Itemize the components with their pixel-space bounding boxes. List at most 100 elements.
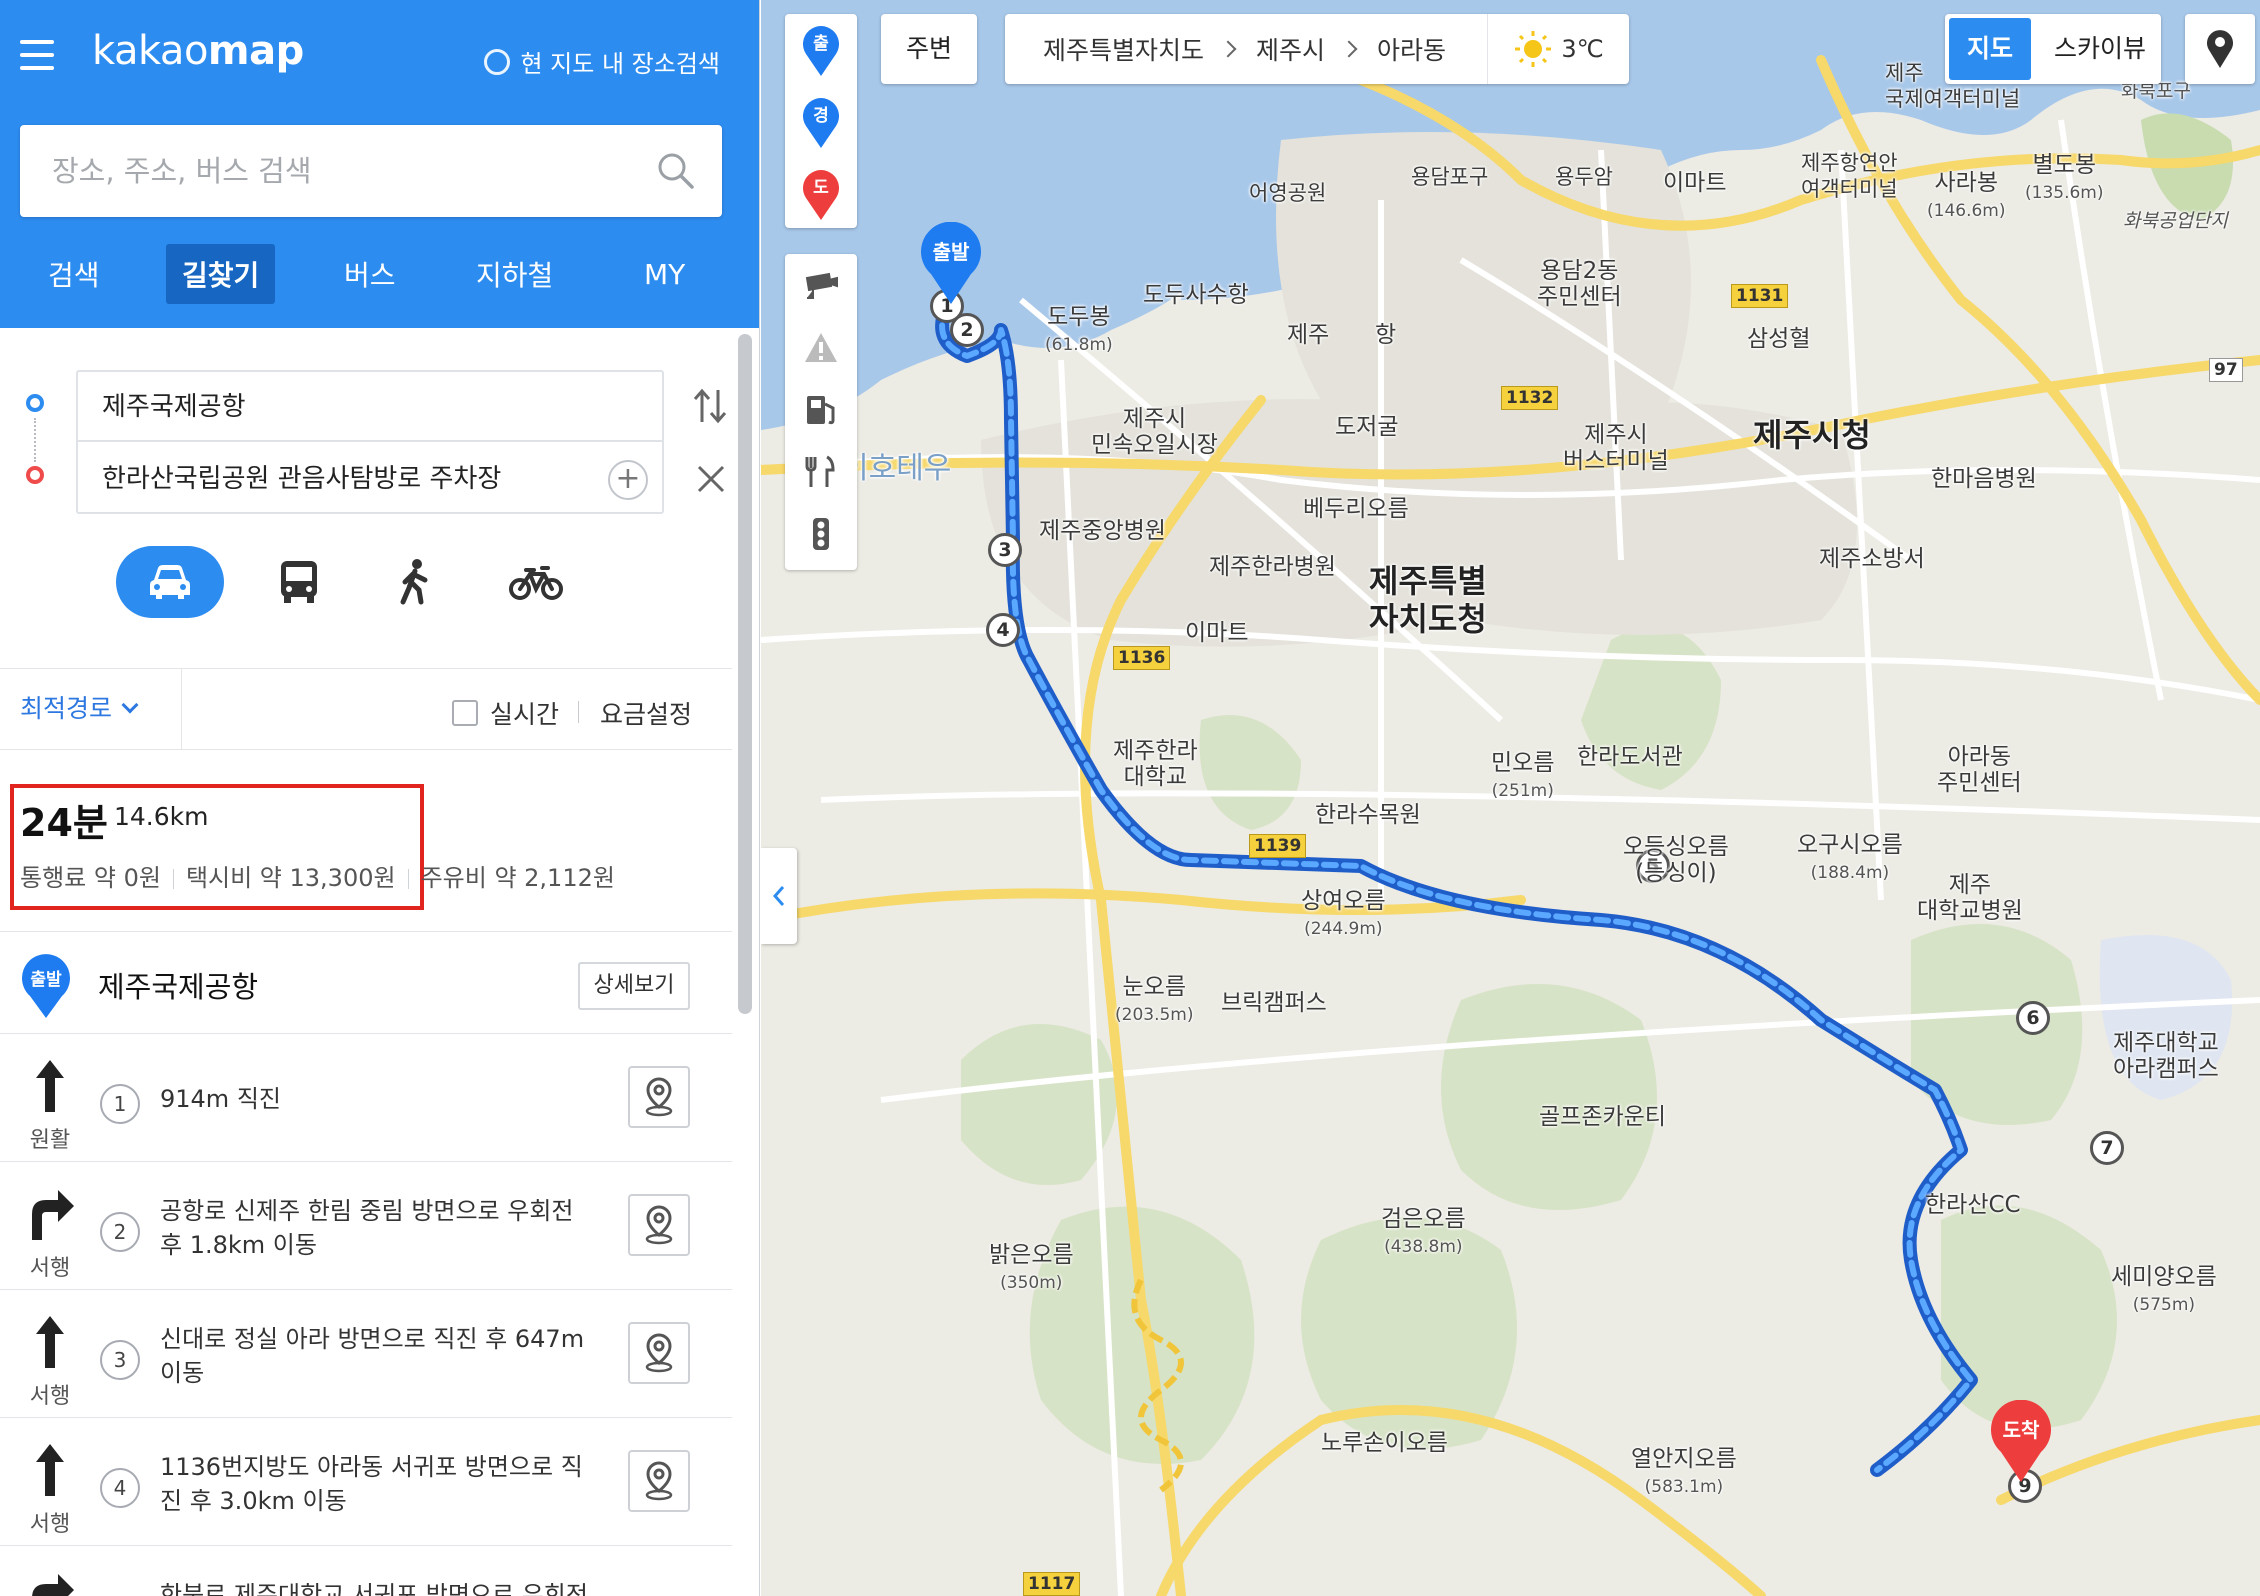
label-oil-market[interactable]: 제주시 민속오일시장 xyxy=(1091,406,1218,458)
origin-field[interactable]: 제주국제공항 xyxy=(78,372,662,442)
search-icon[interactable] xyxy=(654,149,698,193)
add-waypoint-button[interactable]: + xyxy=(608,460,648,500)
route-summary[interactable]: 24분 14.6km 통행료 약 0원 택시비 약 13,300원 주유비 약 2,… xyxy=(0,752,732,932)
route-point-marker[interactable]: 3 xyxy=(988,533,1022,567)
roadview-button[interactable] xyxy=(2185,14,2255,84)
label-yongdam2[interactable]: 용담2동 주민센터 xyxy=(1537,258,1622,310)
label-beduri[interactable]: 베두리오름 xyxy=(1303,496,1409,522)
map-view-button[interactable]: 지도 xyxy=(1949,18,2031,80)
warning-icon[interactable] xyxy=(803,330,839,366)
label-yeolan[interactable]: 열안지오름 (583.1m) xyxy=(1631,1446,1737,1500)
breadcrumb-province[interactable]: 제주특별자치도 xyxy=(1043,31,1204,67)
label-univ-ara[interactable]: 제주대학교 아라캠퍼스 xyxy=(2113,1030,2219,1082)
label-province-2[interactable]: 자치도청 xyxy=(1369,600,1487,638)
route-point-marker[interactable]: 4 xyxy=(986,613,1020,647)
route-point-marker[interactable]: 7 xyxy=(2090,1131,2124,1165)
route-step[interactable]: 서행 3 신대로 정실 아라 방면으로 직진 후 647m 이동 xyxy=(0,1290,732,1418)
tab-search[interactable]: 검색 xyxy=(32,244,116,304)
label-bus-terminal[interactable]: 제주시 버스터미널 xyxy=(1563,422,1669,474)
collapse-panel-button[interactable] xyxy=(761,848,797,944)
route-step[interactable]: 원활 1 914m 직진 xyxy=(0,1034,732,1162)
label-emart-2[interactable]: 이마트 xyxy=(1185,620,1248,646)
label-samsung[interactable]: 삼성혈 xyxy=(1747,326,1810,352)
label-jeju-city-hall[interactable]: 제주시청 xyxy=(1753,416,1871,454)
gas-station-icon[interactable] xyxy=(803,392,839,428)
detail-view-button[interactable]: 상세보기 xyxy=(578,962,690,1010)
area-search-toggle[interactable]: 현 지도 내 장소검색 xyxy=(484,44,720,79)
fee-setting-button[interactable]: 요금설정 xyxy=(600,695,692,731)
tab-subway[interactable]: 지하철 xyxy=(460,244,569,304)
map-canvas[interactable]: 12345679 출발 도착 제주 국제여객터미널 제주항연안 여객터미널 화북포구… xyxy=(761,0,2260,1596)
label-dojeogul[interactable]: 도저굴 xyxy=(1335,414,1398,440)
label-geomeun[interactable]: 검은오름 (438.8m) xyxy=(1381,1206,1466,1260)
label-noruson[interactable]: 노루손이오름 xyxy=(1321,1430,1448,1456)
route-sort-dropdown[interactable]: 최적경로 xyxy=(0,669,182,749)
route-point-marker[interactable]: 6 xyxy=(2016,1001,2050,1035)
label-central-hospital[interactable]: 제주중앙병원 xyxy=(1039,518,1166,544)
label-hanmaum-hospital[interactable]: 한마음병원 xyxy=(1931,466,2037,492)
label-yongduam[interactable]: 용두암 xyxy=(1555,164,1613,190)
label-nun[interactable]: 눈오름 (203.5m) xyxy=(1115,974,1194,1028)
label-halla-library[interactable]: 한라도서관 xyxy=(1577,744,1683,770)
origin-pin-button[interactable]: 출 xyxy=(800,22,842,78)
label-byeoldobong[interactable]: 별도봉 (135.6m) xyxy=(2025,152,2104,206)
breadcrumb-city[interactable]: 제주시 xyxy=(1256,31,1325,67)
mode-car-button[interactable] xyxy=(116,546,224,618)
label-semiyang[interactable]: 세미양오름 (575m) xyxy=(2111,1264,2217,1318)
swap-route-icon[interactable] xyxy=(690,384,730,428)
label-balgeun[interactable]: 밝은오름 (350m) xyxy=(989,1242,1074,1296)
destination-field[interactable]: 한라산국립공원 관음사탐방로 주차장 + xyxy=(78,444,662,514)
start-marker[interactable]: 출발 xyxy=(919,222,983,306)
label-province-1[interactable]: 제주특별 xyxy=(1369,562,1487,600)
label-harbor-terminal[interactable]: 제주항연안 여객터미널 xyxy=(1801,150,1898,202)
label-ihotewoo[interactable]: 이호테우 xyxy=(841,454,951,484)
label-fire-station[interactable]: 제주소방서 xyxy=(1819,546,1925,572)
hamburger-menu-icon[interactable] xyxy=(20,40,54,70)
label-odeungsing[interactable]: 오등싱오름 (등싱이) xyxy=(1623,834,1729,886)
label-ogusi[interactable]: 오구시오름 (188.4m) xyxy=(1797,832,1903,886)
weather-widget[interactable]: 3℃ xyxy=(1487,14,1629,84)
panel-scrollbar[interactable] xyxy=(738,334,752,1014)
step-view-button[interactable] xyxy=(628,1066,690,1128)
sky-view-button[interactable]: 스카이뷰 xyxy=(2041,14,2159,84)
tab-my[interactable]: MY xyxy=(628,248,701,301)
cctv-icon[interactable] xyxy=(803,268,839,304)
label-emart-1[interactable]: 이마트 xyxy=(1663,170,1726,196)
traffic-light-icon[interactable] xyxy=(803,516,839,552)
route-step[interactable]: 서행 2 공항로 신제주 한림 중림 방면으로 우회전 후 1.8km 이동 xyxy=(0,1162,732,1290)
step-view-button[interactable] xyxy=(628,1450,690,1512)
kakaomap-logo[interactable]: kakaomap xyxy=(92,28,304,74)
label-sarabong[interactable]: 사라봉 (146.6m) xyxy=(1927,170,2006,224)
mode-bus-button[interactable] xyxy=(260,546,338,618)
destination-pin-button[interactable]: 도 xyxy=(800,166,842,222)
search-input[interactable] xyxy=(52,147,632,195)
label-ara-center[interactable]: 아라동 주민센터 xyxy=(1937,744,2022,796)
restaurant-icon[interactable] xyxy=(803,454,839,490)
label-airport-part[interactable]: 제주 xyxy=(1287,322,1329,348)
label-sangyeo[interactable]: 상여오름 (244.9m) xyxy=(1301,888,1386,942)
label-yongdam-port[interactable]: 용담포구 xyxy=(1411,164,1488,190)
clear-route-icon[interactable] xyxy=(694,462,728,496)
label-airport-tail[interactable]: 항 xyxy=(1375,322,1396,348)
tab-directions[interactable]: 길찾기 xyxy=(166,244,276,304)
label-halla-univ[interactable]: 제주한라 대학교 xyxy=(1113,738,1198,790)
realtime-checkbox[interactable]: 실시간 xyxy=(452,695,559,731)
around-button[interactable]: 주변 xyxy=(881,14,977,84)
route-step[interactable]: 한북로 제주대학교 서귀포 방면으로 우회전 xyxy=(0,1546,732,1596)
tab-bus[interactable]: 버스 xyxy=(328,244,412,304)
route-step[interactable]: 서행 4 1136번지방도 아라동 서귀포 방면으로 직진 후 3.0km 이동 xyxy=(0,1418,732,1546)
route-point-marker[interactable]: 2 xyxy=(950,313,984,347)
label-dodusa[interactable]: 도두사수항 xyxy=(1143,282,1249,308)
label-dodubong[interactable]: 도두봉 (61.8m) xyxy=(1045,304,1113,358)
label-mio[interactable]: 민오름 (251m) xyxy=(1491,750,1554,804)
mode-bike-button[interactable] xyxy=(496,546,576,618)
step-view-button[interactable] xyxy=(628,1322,690,1384)
breadcrumb-dong[interactable]: 아라동 xyxy=(1377,31,1446,67)
label-brick-campus[interactable]: 브릭캠퍼스 xyxy=(1221,990,1327,1016)
label-golfzone[interactable]: 골프존카운티 xyxy=(1539,1104,1666,1130)
label-hallasan-cc[interactable]: 한라산CC xyxy=(1925,1192,2021,1218)
mode-walk-button[interactable] xyxy=(380,546,450,618)
label-halla-hospital[interactable]: 제주한라병원 xyxy=(1209,554,1336,580)
label-arboretum[interactable]: 한라수목원 xyxy=(1315,802,1421,828)
label-eoyeong[interactable]: 어영공원 xyxy=(1249,180,1326,206)
